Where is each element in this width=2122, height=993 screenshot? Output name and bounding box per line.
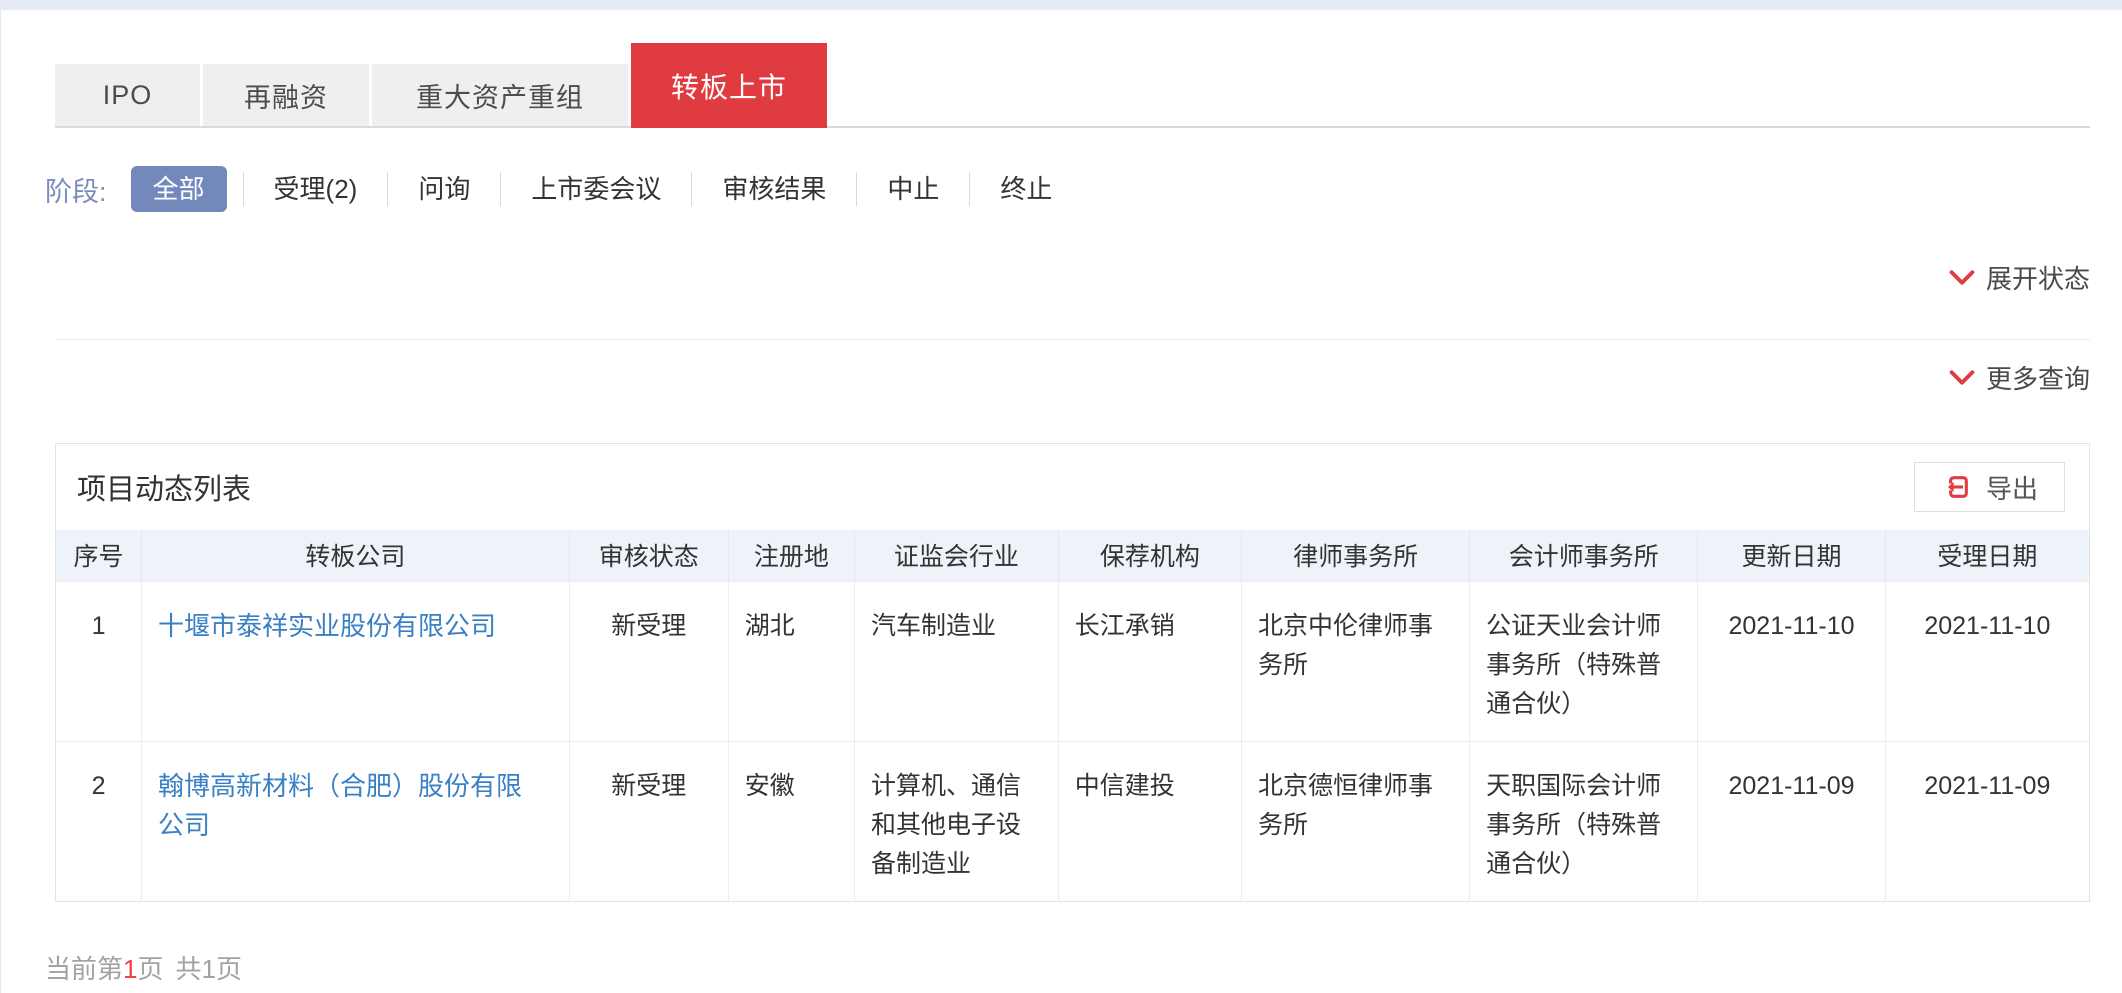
tab-ipo[interactable]: IPO <box>55 64 200 126</box>
table-row: 1 十堰市泰祥实业股份有限公司 新受理湖北汽车制造业长江承销北京中伦律师事务所公证天… <box>56 581 2089 741</box>
cell-law-firm: 北京德恒律师事务所 <box>1242 741 1470 901</box>
section-divider <box>55 339 2090 340</box>
column-header-company: 转板公司 <box>142 530 570 581</box>
stage-label: 阶段: <box>45 170 107 209</box>
stage-option-inquiry[interactable]: 问询 <box>387 172 500 206</box>
table-row: 2翰博高新材料（合肥）股份有限公司新受理安徽计算机、通信和其他电子设备制造业中信… <box>56 741 2089 901</box>
cell-registration-place: 湖北 <box>728 581 854 741</box>
cell-csrc-industry: 汽车制造业 <box>854 581 1058 741</box>
pagination-total: 共1页 <box>176 954 242 984</box>
chevron-down-icon <box>1949 369 1975 386</box>
column-header-review-status: 审核状态 <box>569 530 728 581</box>
cell-review-status: 新受理 <box>569 581 728 741</box>
pagination: 当前第1页共1页 <box>45 949 2090 986</box>
table-header: 序号转板公司审核状态注册地证监会行业保荐机构律师事务所会计师事务所更新日期受理日… <box>56 530 2089 581</box>
pagination-page-unit: 页 <box>137 954 163 984</box>
more-query-row: 更多查询 <box>55 359 2090 396</box>
page-content: IPO再融资重大资产重组转板上市 阶段: 全部受理(2)问询上市委会议审核结果中… <box>0 43 2122 986</box>
cell-update-date: 2021-11-10 <box>1698 581 1885 741</box>
tab-transfer-listing[interactable]: 转板上市 <box>631 43 827 128</box>
column-header-accounting-firm: 会计师事务所 <box>1470 530 1698 581</box>
cell-accounting-firm: 公证天业会计师事务所（特殊普通合伙） <box>1470 581 1698 741</box>
column-header-update-date: 更新日期 <box>1698 530 1885 581</box>
left-edge-line <box>0 10 1 993</box>
cell-acceptance-date: 2021-11-10 <box>1885 581 2089 741</box>
cell-company: 翰博高新材料（合肥）股份有限公司 <box>142 741 570 901</box>
pagination-current-page: 1 <box>123 954 137 984</box>
expand-status-row: 展开状态 <box>55 259 2090 296</box>
export-button-label: 导出 <box>1986 469 2038 506</box>
cell-sponsor: 中信建投 <box>1058 741 1241 901</box>
column-header-csrc-industry: 证监会行业 <box>854 530 1058 581</box>
company-link[interactable]: 十堰市泰祥实业股份有限公司 <box>158 611 496 641</box>
cell-acceptance-date: 2021-11-09 <box>1885 741 2089 901</box>
more-query-link[interactable]: 更多查询 <box>1949 359 2090 396</box>
table-body: 1十堰市泰祥实业股份有限公司新受理湖北汽车制造业长江承销北京中伦律师事务所公证天… <box>56 581 2089 901</box>
stage-option-terminated[interactable]: 终止 <box>969 172 1082 206</box>
cell-law-firm: 北京中伦律师事务所 <box>1242 581 1470 741</box>
column-header-sponsor: 保荐机构 <box>1058 530 1241 581</box>
stage-options: 全部受理(2)问询上市委会议审核结果中止终止 <box>131 166 1083 212</box>
project-table: 序号转板公司审核状态注册地证监会行业保荐机构律师事务所会计师事务所更新日期受理日… <box>56 530 2089 901</box>
stage-option-accepted[interactable]: 受理(2) <box>243 172 388 206</box>
cell-seq: 2 <box>56 741 142 901</box>
tab-refinancing[interactable]: 再融资 <box>203 64 369 126</box>
panel-title: 项目动态列表 <box>77 466 251 508</box>
stage-option-suspended[interactable]: 中止 <box>856 172 969 206</box>
cell-sponsor: 长江承销 <box>1058 581 1241 741</box>
project-list-panel: 项目动态列表 导出 序号转板公司审核状态注册地证监会行业保荐机构律师事务所会计师… <box>55 443 2090 902</box>
column-header-registration-place: 注册地 <box>728 530 854 581</box>
cell-accounting-firm: 天职国际会计师事务所（特殊普通合伙） <box>1470 741 1698 901</box>
top-strip <box>0 0 2122 10</box>
panel-header: 项目动态列表 导出 <box>56 444 2089 530</box>
column-header-acceptance-date: 受理日期 <box>1885 530 2089 581</box>
column-header-law-firm: 律师事务所 <box>1242 530 1470 581</box>
company-link[interactable]: 翰博高新材料（合肥）股份有限公司 <box>158 771 522 840</box>
expand-status-link[interactable]: 展开状态 <box>1949 259 2090 296</box>
stage-option-review-result[interactable]: 审核结果 <box>691 172 856 206</box>
cell-csrc-industry: 计算机、通信和其他电子设备制造业 <box>854 741 1058 901</box>
main-tabs: IPO再融资重大资产重组转板上市 <box>55 43 2090 128</box>
cell-update-date: 2021-11-09 <box>1698 741 1885 901</box>
stage-option-listing-committee-meeting[interactable]: 上市委会议 <box>500 172 691 206</box>
column-header-seq: 序号 <box>56 530 142 581</box>
cell-company: 十堰市泰祥实业股份有限公司 <box>142 581 570 741</box>
stage-filter-row: 阶段: 全部受理(2)问询上市委会议审核结果中止终止 <box>45 166 2090 212</box>
expand-status-label: 展开状态 <box>1986 259 2090 296</box>
tab-major-asset-restructuring[interactable]: 重大资产重组 <box>372 64 628 126</box>
export-icon <box>1941 471 1973 503</box>
chevron-down-icon <box>1949 269 1975 286</box>
more-query-label: 更多查询 <box>1986 359 2090 396</box>
pagination-prefix: 当前第 <box>45 954 123 984</box>
cell-registration-place: 安徽 <box>728 741 854 901</box>
stage-option-all[interactable]: 全部 <box>131 166 227 212</box>
cell-seq: 1 <box>56 581 142 741</box>
cell-review-status: 新受理 <box>569 741 728 901</box>
export-button[interactable]: 导出 <box>1914 462 2065 512</box>
